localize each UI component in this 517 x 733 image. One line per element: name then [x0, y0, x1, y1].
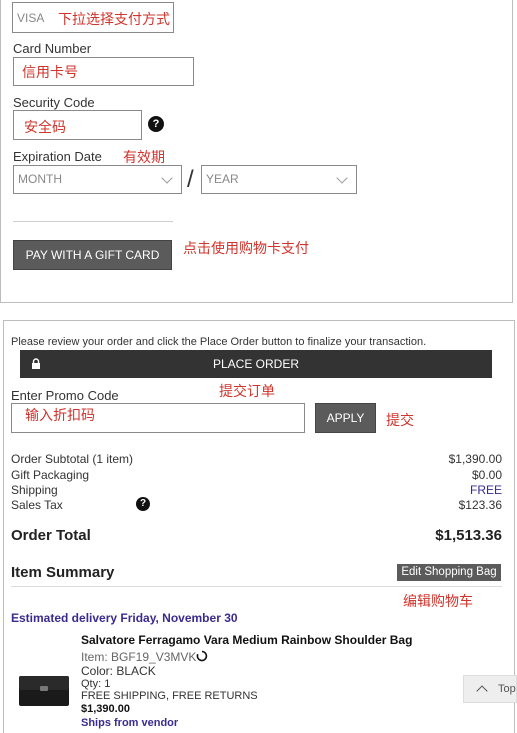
sales-tax-label: Sales Tax	[11, 498, 63, 512]
sales-tax-help-icon[interactable]: ?	[136, 497, 150, 511]
sales-tax-value: $123.36	[458, 498, 502, 512]
summary-divider	[11, 586, 502, 587]
security-code-annotation: 安全码	[24, 119, 66, 135]
place-order-button[interactable]: PLACE ORDER	[20, 350, 492, 378]
gift-card-annotation: 点击使用购物卡支付	[183, 240, 309, 256]
apply-button[interactable]: APPLY	[315, 403, 376, 433]
divider	[13, 221, 173, 222]
shipping-value: FREE	[469, 483, 502, 497]
chevron-up-icon	[476, 685, 488, 697]
payment-method-annotation: 下拉选择支付方式	[58, 11, 170, 27]
gift-packaging-value: $0.00	[471, 468, 502, 482]
order-total-value: $1,513.36	[435, 527, 502, 544]
expiration-date-label: Expiration Date	[13, 149, 102, 164]
refresh-icon	[196, 650, 208, 662]
month-select-value: MONTH	[18, 172, 62, 186]
place-order-annotation: 提交订单	[219, 383, 275, 399]
chevron-down-icon	[336, 172, 348, 184]
chevron-down-icon	[161, 172, 173, 184]
product-qty: Qty: 1	[81, 678, 111, 690]
promo-code-annotation: 输入折扣码	[25, 407, 95, 423]
date-separator: /	[187, 166, 194, 193]
gift-packaging-label: Gift Packaging	[11, 468, 90, 482]
product-color: Color: BLACK	[81, 664, 156, 678]
order-total-label: Order Total	[11, 527, 91, 544]
back-to-top-button[interactable]: Top	[463, 675, 517, 703]
month-select[interactable]: MONTH	[13, 165, 182, 194]
payment-method-value: VISA	[17, 11, 45, 25]
edit-shopping-bag-button[interactable]: Edit Shopping Bag	[397, 564, 501, 581]
subtotal-value: $1,390.00	[448, 452, 502, 466]
card-number-label: Card Number	[13, 41, 92, 56]
item-summary-title: Item Summary	[11, 564, 115, 581]
product-name[interactable]: Salvatore Ferragamo Vara Medium Rainbow …	[81, 633, 412, 647]
product-shipping: FREE SHIPPING, FREE RETURNS	[81, 690, 258, 702]
product-price: $1,390.00	[81, 703, 130, 715]
year-select[interactable]: YEAR	[201, 165, 357, 194]
review-instruction: Please review your order and click the P…	[11, 336, 427, 348]
handbag-icon	[19, 676, 69, 706]
place-order-label: PLACE ORDER	[212, 357, 300, 371]
expiration-date-annotation: 有效期	[123, 149, 165, 165]
shipping-label: Shipping	[11, 483, 58, 497]
security-code-help-icon[interactable]: ?	[148, 116, 164, 132]
subtotal-label: Order Subtotal (1 item)	[11, 452, 134, 466]
card-number-annotation: 信用卡号	[22, 64, 78, 80]
estimated-delivery: Estimated delivery Friday, November 30	[11, 611, 238, 625]
product-item-number: Item: BGF19_V3MVK	[81, 650, 197, 664]
apply-annotation: 提交	[386, 412, 414, 428]
ships-from-vendor: Ships from vendor	[81, 717, 179, 729]
year-select-value: YEAR	[206, 172, 239, 186]
back-to-top-label: Top	[498, 683, 516, 695]
pay-with-gift-card-button[interactable]: PAY WITH A GIFT CARD	[13, 240, 172, 270]
promo-code-label: Enter Promo Code	[11, 388, 119, 403]
security-code-label: Security Code	[13, 95, 95, 110]
edit-shopping-bag-annotation: 编辑购物车	[403, 593, 473, 609]
product-image[interactable]	[18, 673, 70, 707]
